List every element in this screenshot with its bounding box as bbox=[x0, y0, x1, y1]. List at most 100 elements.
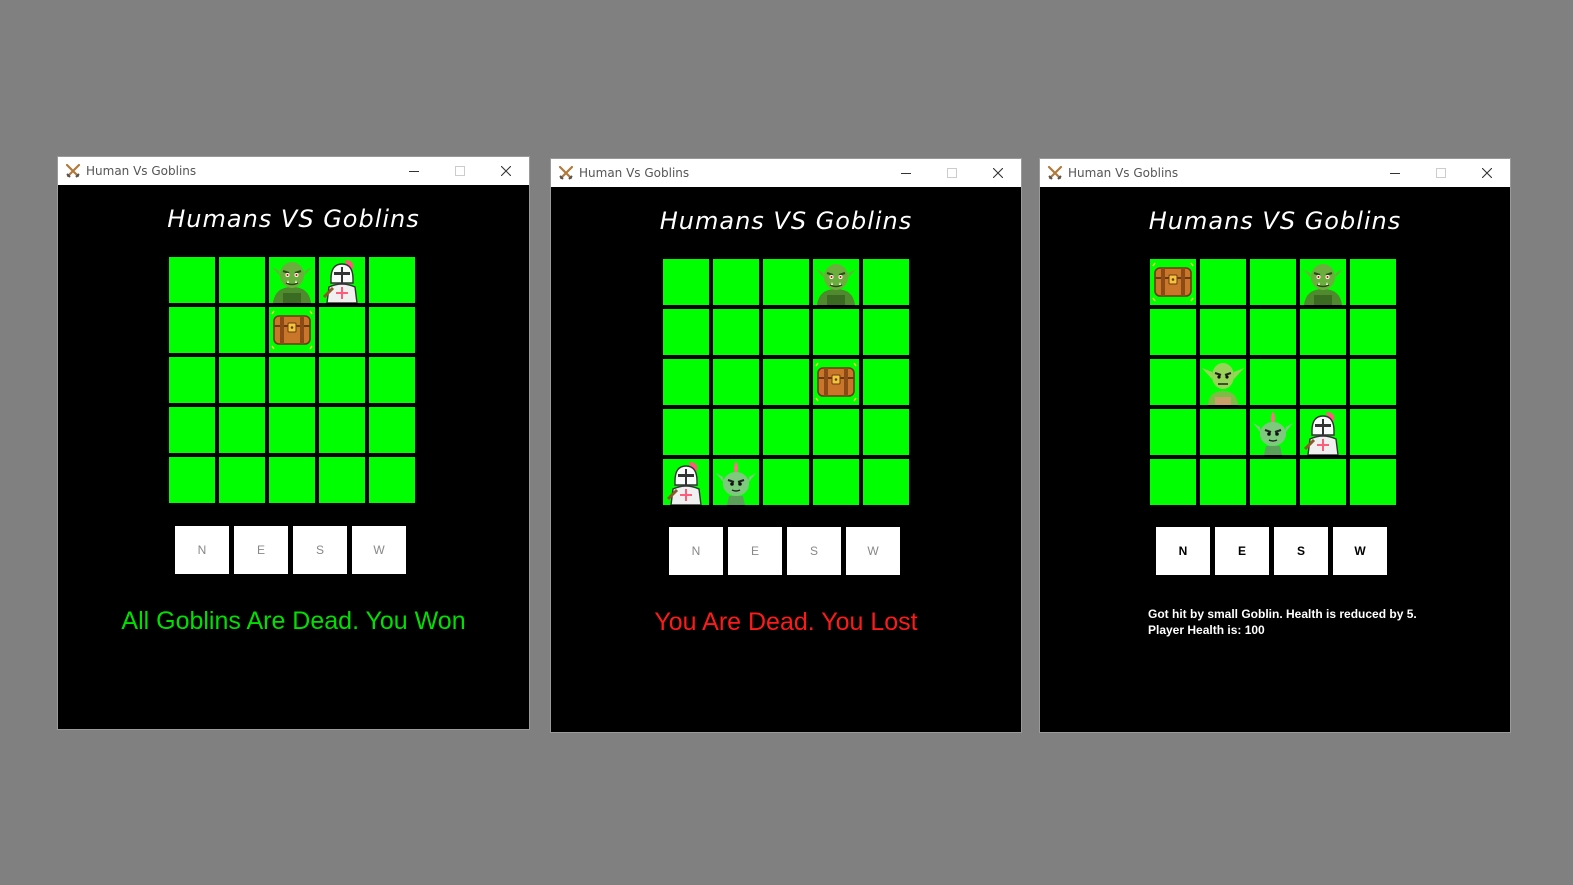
status-line-health: Player Health is: 100 bbox=[1148, 623, 1265, 637]
board-cell bbox=[269, 407, 315, 453]
minimize-button[interactable] bbox=[883, 159, 929, 187]
game-title: Humans VS Goblins bbox=[1148, 207, 1402, 235]
west-button[interactable]: W bbox=[846, 527, 900, 575]
board-cell bbox=[713, 409, 759, 455]
board-cell bbox=[813, 459, 859, 505]
maximize-icon bbox=[947, 168, 957, 178]
board-cell bbox=[713, 309, 759, 355]
maximize-icon bbox=[1436, 168, 1446, 178]
board-cell bbox=[1300, 459, 1346, 505]
board-cell bbox=[663, 409, 709, 455]
board-cell bbox=[219, 257, 265, 303]
board-cell bbox=[369, 457, 415, 503]
board-cell bbox=[1150, 259, 1196, 305]
title-bar[interactable]: Human Vs Goblins bbox=[1040, 159, 1510, 187]
board-cell bbox=[169, 307, 215, 353]
board-cell bbox=[813, 359, 859, 405]
board-cell bbox=[219, 307, 265, 353]
close-button[interactable] bbox=[483, 157, 529, 185]
chest-icon bbox=[815, 362, 857, 402]
board-cell bbox=[663, 259, 709, 305]
north-button[interactable]: N bbox=[175, 526, 229, 574]
board-cell bbox=[1300, 259, 1346, 305]
board-cell bbox=[219, 457, 265, 503]
board-cell bbox=[369, 357, 415, 403]
board-cell bbox=[1350, 359, 1396, 405]
window-title: Human Vs Goblins bbox=[86, 164, 197, 178]
minimize-button[interactable] bbox=[1372, 159, 1418, 187]
board-cell bbox=[1350, 409, 1396, 455]
board-cell bbox=[269, 257, 315, 303]
board-cell bbox=[219, 357, 265, 403]
board-cell bbox=[369, 307, 415, 353]
board-cell bbox=[1250, 409, 1296, 455]
east-button[interactable]: E bbox=[1215, 527, 1269, 575]
maximize-button[interactable] bbox=[1418, 159, 1464, 187]
board-cell bbox=[1200, 259, 1246, 305]
board-cell bbox=[1300, 359, 1346, 405]
board-cell bbox=[1150, 359, 1196, 405]
game-window-won: Human Vs Goblins Humans VS Goblins N E S… bbox=[58, 157, 529, 729]
board-cell bbox=[369, 407, 415, 453]
knight-icon bbox=[666, 462, 702, 505]
board-cell bbox=[1250, 309, 1296, 355]
direction-buttons: N E S W bbox=[1156, 527, 1387, 575]
board-cell bbox=[863, 409, 909, 455]
title-bar[interactable]: Human Vs Goblins bbox=[58, 157, 529, 185]
board-cell bbox=[1250, 459, 1296, 505]
crossed-swords-icon bbox=[1047, 165, 1063, 180]
close-icon bbox=[993, 168, 1003, 178]
west-button[interactable]: W bbox=[352, 526, 406, 574]
board-cell bbox=[663, 309, 709, 355]
goblin-big-icon bbox=[272, 262, 312, 303]
maximize-button[interactable] bbox=[437, 157, 483, 185]
board-cell bbox=[763, 359, 809, 405]
north-button[interactable]: N bbox=[1156, 527, 1210, 575]
game-title: Humans VS Goblins bbox=[659, 207, 913, 235]
minimize-button[interactable] bbox=[391, 157, 437, 185]
north-button[interactable]: N bbox=[669, 527, 723, 575]
board-cell bbox=[1200, 359, 1246, 405]
status-text: Got hit by small Goblin. Health is reduc… bbox=[1148, 606, 1417, 638]
minimize-icon bbox=[1390, 173, 1400, 174]
board-cell bbox=[763, 309, 809, 355]
board-cell bbox=[169, 257, 215, 303]
close-button[interactable] bbox=[1464, 159, 1510, 187]
board-cell bbox=[813, 409, 859, 455]
board-cell bbox=[1200, 309, 1246, 355]
status-line-hit: Got hit by small Goblin. Health is reduc… bbox=[1148, 607, 1417, 621]
game-board bbox=[663, 259, 909, 505]
west-button[interactable]: W bbox=[1333, 527, 1387, 575]
board-cell bbox=[763, 459, 809, 505]
close-button[interactable] bbox=[975, 159, 1021, 187]
east-button[interactable]: E bbox=[234, 526, 288, 574]
game-board bbox=[169, 257, 415, 503]
board-cell bbox=[1300, 409, 1346, 455]
board-cell bbox=[1300, 309, 1346, 355]
minimize-icon bbox=[409, 171, 419, 172]
game-board bbox=[1150, 259, 1396, 505]
south-button[interactable]: S bbox=[1274, 527, 1328, 575]
game-window-status: Human Vs Goblins Humans VS Goblins N E S… bbox=[1040, 159, 1510, 732]
east-button[interactable]: E bbox=[728, 527, 782, 575]
maximize-button[interactable] bbox=[929, 159, 975, 187]
board-cell bbox=[1150, 309, 1196, 355]
board-cell bbox=[1150, 409, 1196, 455]
goblin-big-icon bbox=[816, 264, 856, 305]
south-button[interactable]: S bbox=[293, 526, 347, 574]
board-cell bbox=[1350, 459, 1396, 505]
board-cell bbox=[763, 259, 809, 305]
board-cell bbox=[813, 309, 859, 355]
board-cell bbox=[863, 259, 909, 305]
board-cell bbox=[319, 407, 365, 453]
board-cell bbox=[219, 407, 265, 453]
board-cell bbox=[319, 357, 365, 403]
lose-message: You Are Dead. You Lost bbox=[654, 608, 918, 636]
title-bar[interactable]: Human Vs Goblins bbox=[551, 159, 1021, 187]
direction-buttons: N E S W bbox=[175, 526, 406, 574]
board-cell bbox=[169, 457, 215, 503]
knight-icon bbox=[1303, 412, 1339, 455]
board-cell bbox=[1200, 459, 1246, 505]
south-button[interactable]: S bbox=[787, 527, 841, 575]
board-cell bbox=[713, 459, 759, 505]
